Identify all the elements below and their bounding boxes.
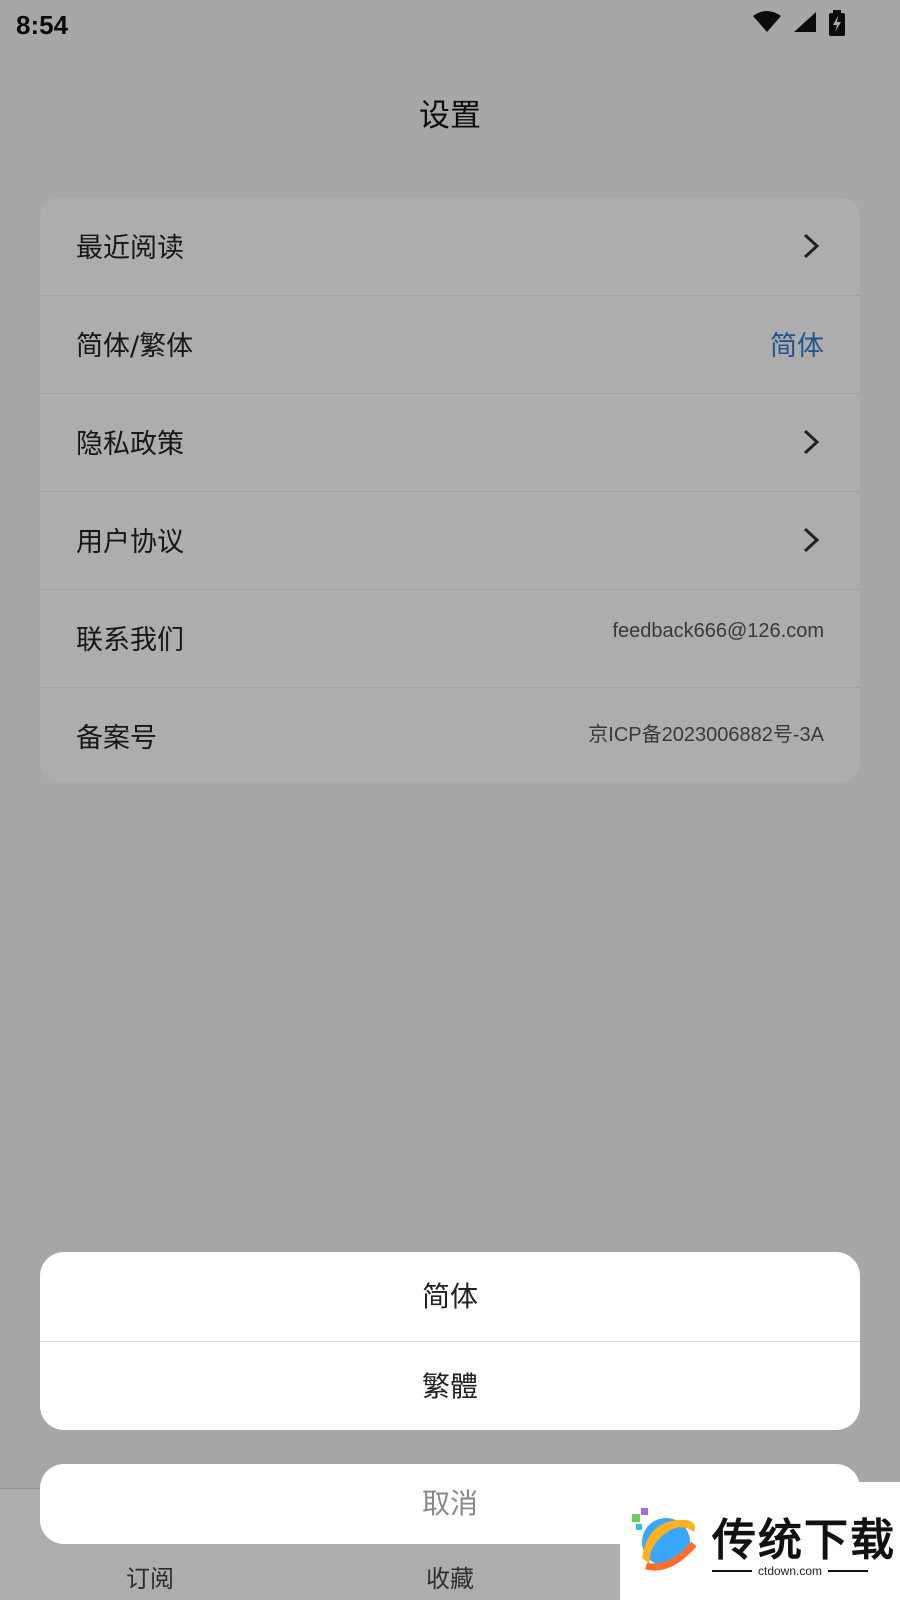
watermark-line-left — [712, 1570, 752, 1572]
language-action-sheet: 简体 繁體 — [40, 1252, 860, 1430]
watermark-domain: ctdown.com — [757, 1564, 823, 1578]
watermark-subtitle: ctdown.com — [712, 1564, 868, 1578]
watermark-line-right — [828, 1570, 868, 1572]
site-logo-icon — [632, 1508, 697, 1571]
watermark: 传统下载 ctdown.com — [620, 1482, 900, 1600]
watermark-title: 传统下载 — [712, 1515, 896, 1566]
simplified-chinese-option[interactable]: 简体 — [40, 1252, 860, 1341]
traditional-chinese-option[interactable]: 繁體 — [40, 1341, 860, 1430]
